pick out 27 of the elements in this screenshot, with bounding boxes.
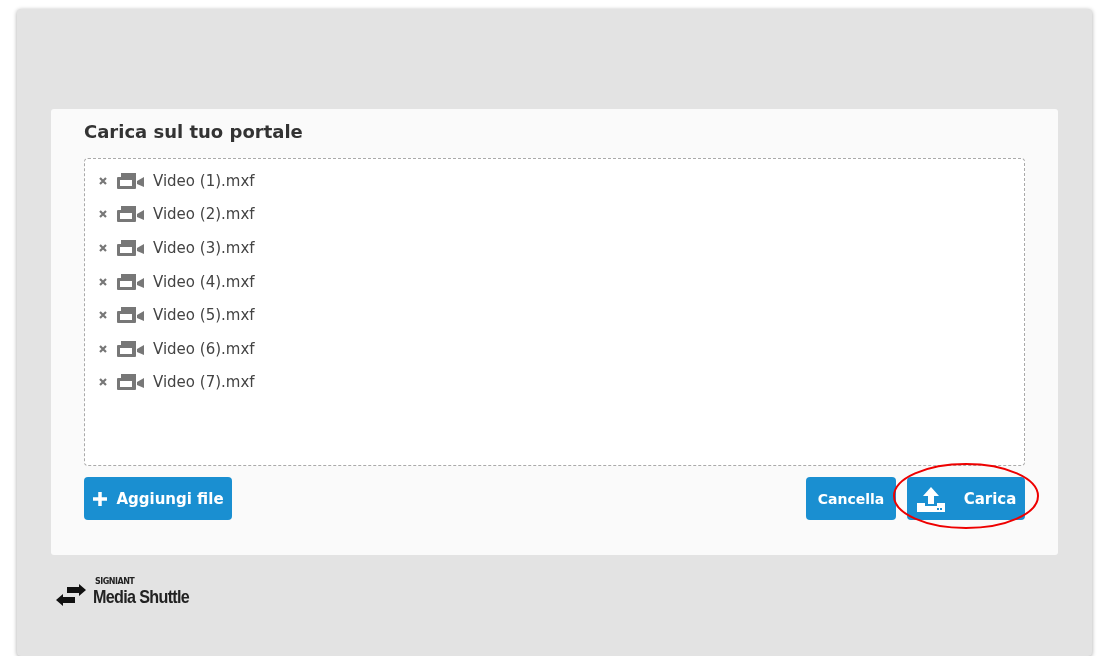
video-camera-icon bbox=[117, 172, 145, 189]
file-name: Video (4).mxf bbox=[153, 272, 255, 291]
file-name: Video (1).mxf bbox=[153, 171, 255, 190]
dialog-title: Carica sul tuo portale bbox=[84, 121, 304, 142]
video-camera-icon bbox=[117, 206, 145, 223]
file-name: Video (7).mxf bbox=[153, 373, 255, 392]
file-name: Video (6).mxf bbox=[153, 339, 255, 358]
video-camera-icon bbox=[117, 307, 145, 324]
upload-button[interactable]: Carica bbox=[907, 477, 1025, 520]
remove-button[interactable] bbox=[97, 174, 109, 187]
file-name: Video (3).mxf bbox=[153, 239, 255, 257]
video-camera-icon bbox=[117, 374, 145, 391]
video-camera-icon bbox=[117, 240, 145, 256]
video-camera-icon bbox=[117, 340, 145, 357]
remove-button[interactable] bbox=[97, 275, 109, 288]
brand-name: SIGNIANT bbox=[95, 577, 136, 586]
video-camera-icon bbox=[117, 273, 145, 290]
plus-icon bbox=[92, 490, 109, 507]
add-file-button[interactable]: Aggiungi file bbox=[84, 477, 232, 520]
file-name: Video (5).mxf bbox=[153, 306, 255, 325]
remove-button[interactable] bbox=[97, 242, 109, 254]
remove-button[interactable] bbox=[97, 342, 109, 355]
swap-arrows-icon bbox=[55, 584, 87, 608]
upload-icon bbox=[915, 485, 946, 512]
product-name: Media Shuttle bbox=[93, 586, 190, 608]
file-name: Video (2).mxf bbox=[153, 205, 255, 224]
cancel-button[interactable]: Cancella bbox=[806, 477, 896, 520]
